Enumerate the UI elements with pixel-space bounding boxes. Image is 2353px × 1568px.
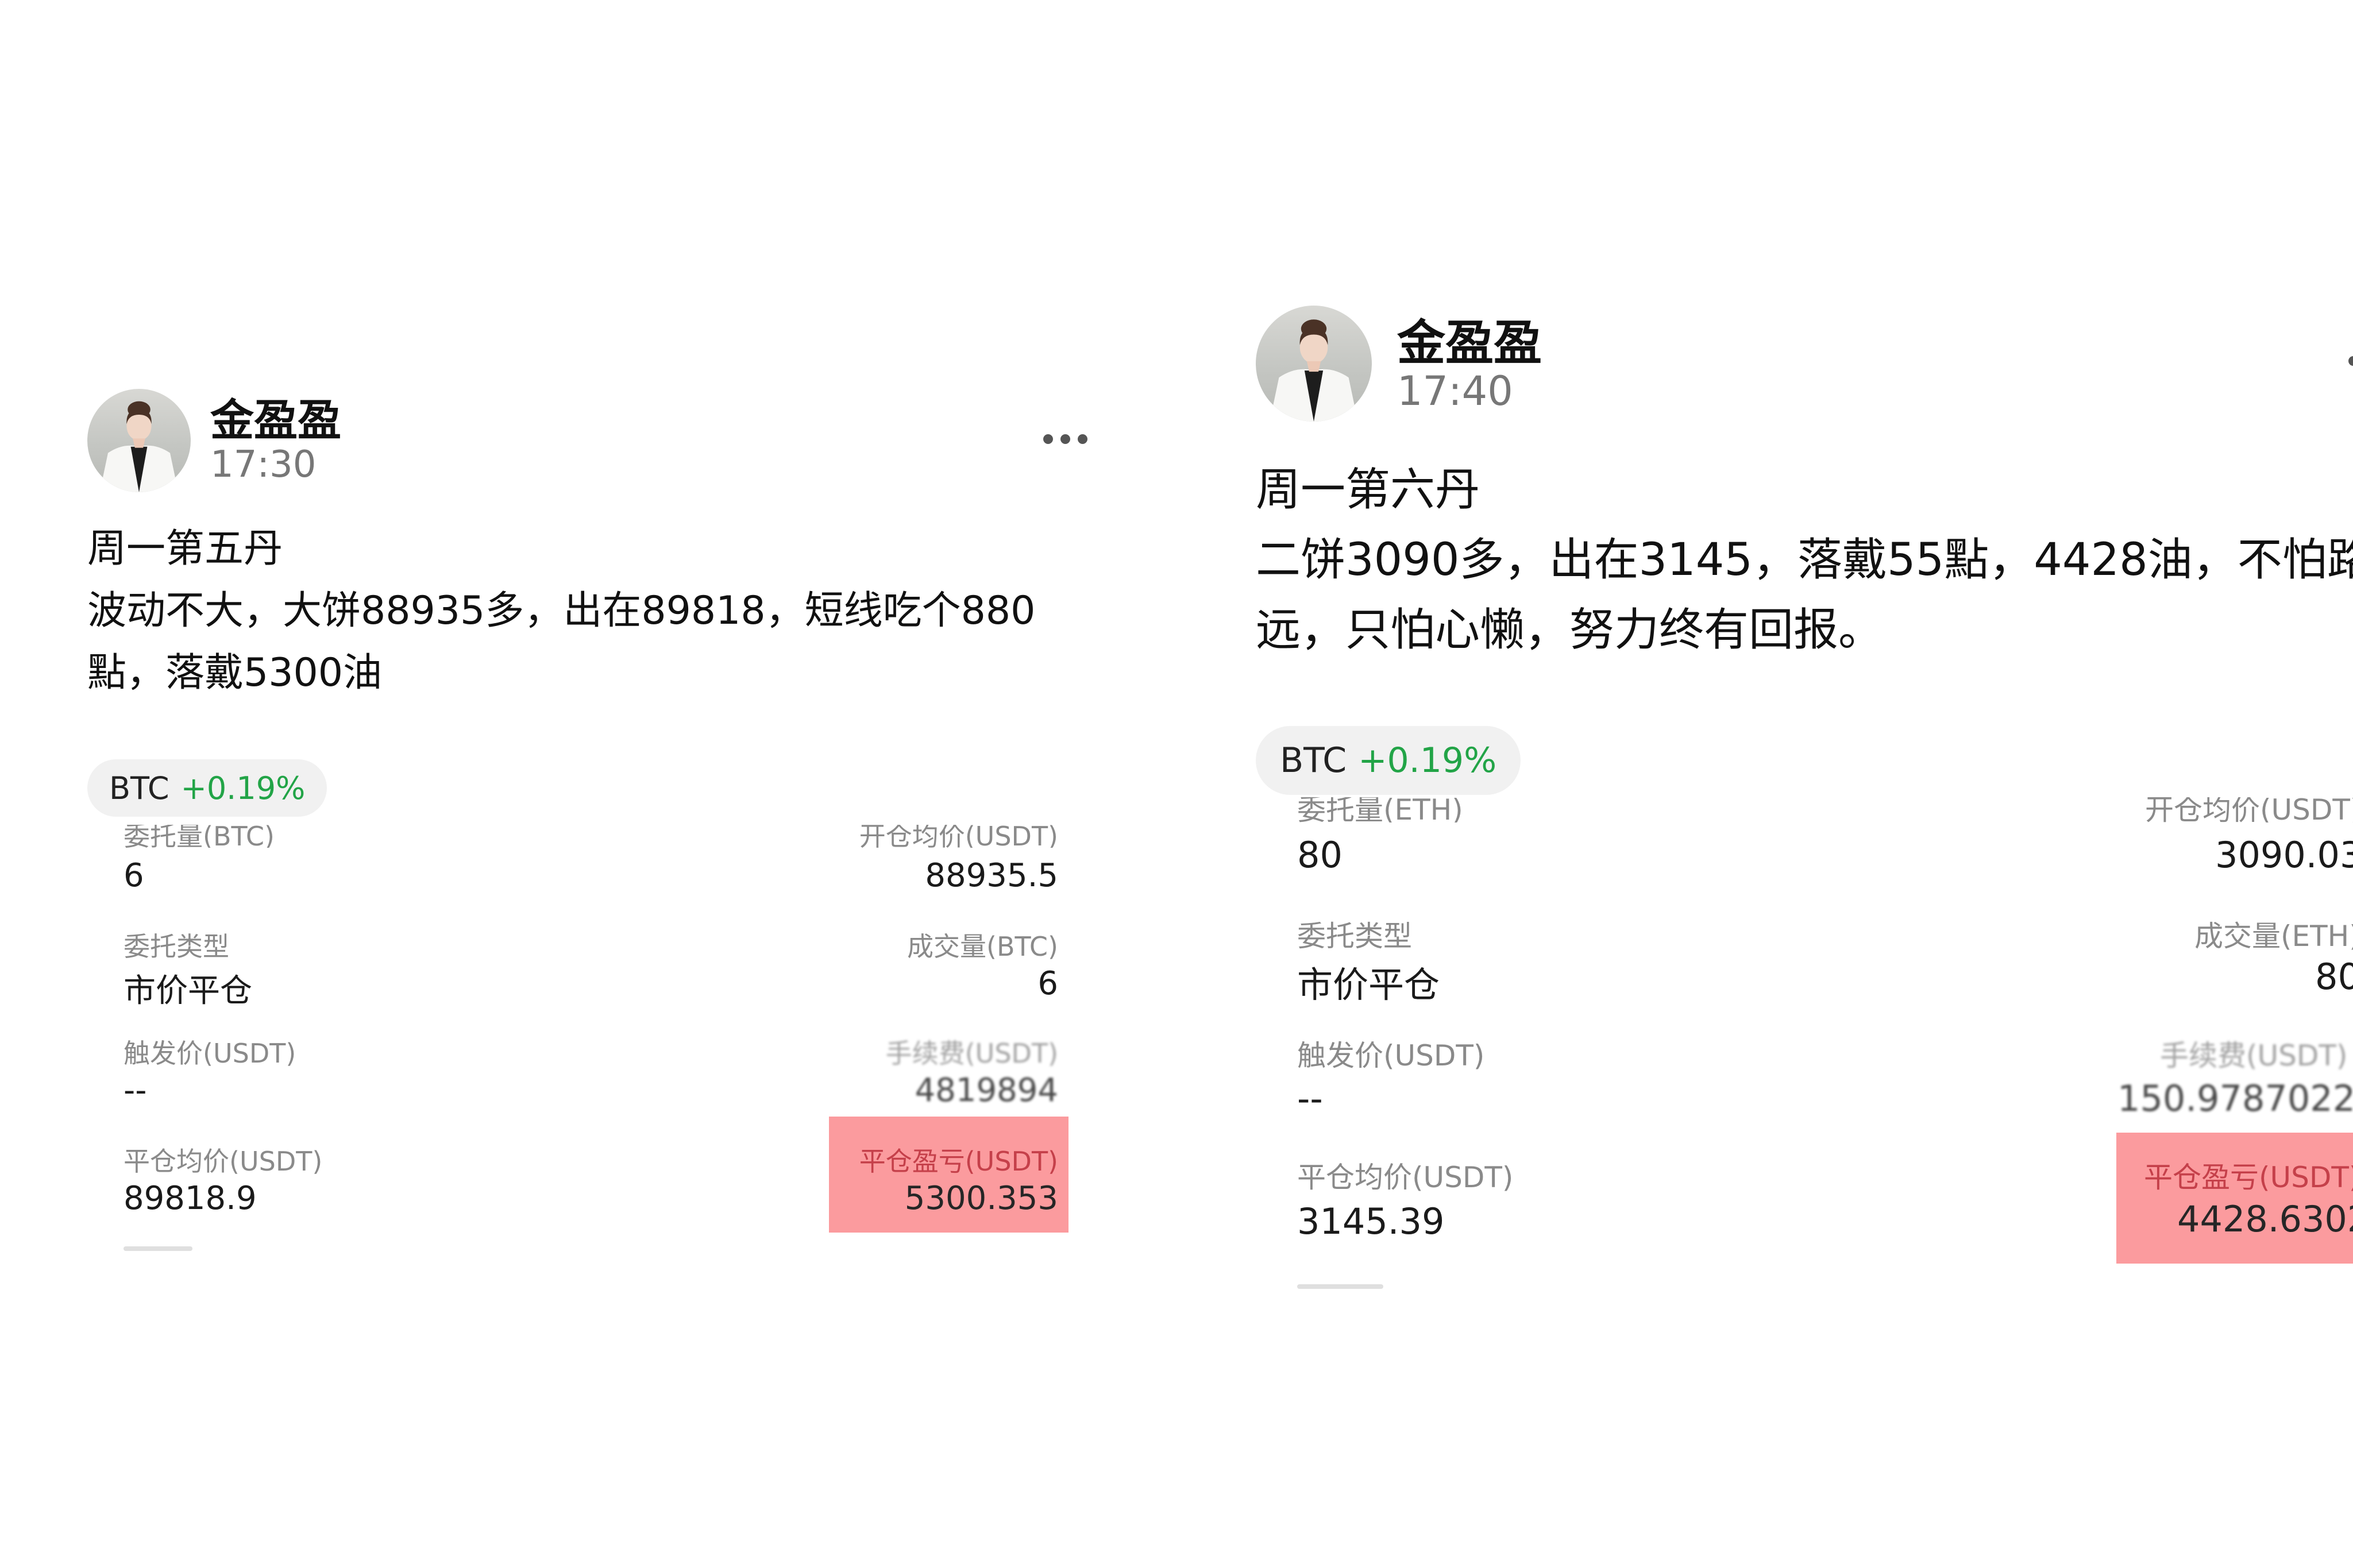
open-avg-label: 开仓均价(USDT)	[859, 825, 1058, 848]
pnl-label: 平仓盈亏(USDT)	[2144, 1161, 2353, 1194]
author-name[interactable]: 金盈盈	[1397, 304, 1542, 374]
divider	[1297, 1284, 1383, 1289]
trigger-value: --	[124, 1072, 147, 1109]
post-card: 金盈盈 17:40 周一第六丹 二饼3090多，出在3145，落戴55點，442…	[1195, 0, 2353, 1568]
ticker-symbol: BTC	[109, 770, 169, 806]
pnl-label: 平仓盈亏(USDT)	[859, 1146, 1058, 1177]
fee-value: 150.97870224	[2117, 1077, 2353, 1119]
filled-label: 成交量(ETH)	[2194, 920, 2353, 953]
author-name[interactable]: 金盈盈	[210, 385, 341, 448]
type-value: 市价平仓	[1297, 964, 1440, 1006]
divider	[124, 1246, 192, 1251]
qty-label: 委托量(ETH)	[1297, 797, 1463, 822]
avatar[interactable]	[1256, 306, 1372, 422]
pnl-value: 5300.353	[904, 1180, 1058, 1217]
pnl-highlight: 平仓盈亏(USDT) 4428.6302	[2116, 1133, 2353, 1264]
fee-value: 4819894	[915, 1072, 1058, 1109]
avatar-portrait-icon	[1270, 319, 1358, 422]
ticker-change: +0.19%	[180, 770, 306, 806]
fee-label: 手续费(USDT)	[2160, 1039, 2348, 1072]
filled-value: 80	[2315, 956, 2353, 998]
post-title: 周一第六丹	[1256, 464, 1480, 516]
pnl-value: 4428.6302	[2177, 1198, 2353, 1240]
ticker-change: +0.19%	[1358, 740, 1497, 781]
close-avg-label: 平仓均价(USDT)	[1297, 1161, 1514, 1194]
close-avg-label: 平仓均价(USDT)	[124, 1146, 323, 1177]
trigger-value: --	[1297, 1077, 1323, 1119]
close-avg-value: 3145.39	[1297, 1200, 1445, 1242]
open-avg-value: 88935.5	[925, 857, 1058, 894]
trigger-label: 触发价(USDT)	[124, 1038, 296, 1069]
post-card: 金盈盈 17:30 周一第五丹 波动不大，大饼88935多，出在89818，短线…	[0, 0, 1195, 1568]
filled-value: 6	[1037, 965, 1058, 1002]
type-value: 市价平仓	[124, 972, 252, 1010]
filled-label: 成交量(BTC)	[907, 931, 1058, 962]
avatar[interactable]	[87, 389, 191, 492]
trigger-label: 触发价(USDT)	[1297, 1039, 1485, 1072]
post-body-line: 點，落戴5300油	[87, 650, 383, 696]
ticker-symbol: BTC	[1280, 740, 1347, 781]
post-body-line: 二饼3090多，出在3145，落戴55點，4428油，不怕路	[1256, 534, 2353, 586]
open-avg-value: 3090.03	[2215, 834, 2353, 876]
ticker-tag[interactable]: BTC +0.19%	[87, 759, 327, 817]
fee-label: 手续费(USDT)	[885, 1038, 1058, 1069]
qty-label: 委托量(BTC)	[124, 825, 275, 848]
qty-value: 6	[124, 857, 144, 894]
open-avg-label: 开仓均价(USDT)	[2145, 797, 2353, 822]
avatar-portrait-icon	[99, 401, 179, 492]
type-label: 委托类型	[124, 931, 229, 962]
pnl-highlight: 平仓盈亏(USDT) 5300.353	[829, 1117, 1069, 1233]
ticker-tag[interactable]: BTC +0.19%	[1256, 726, 1521, 795]
qty-value: 80	[1297, 834, 1343, 876]
post-time: 17:40	[1397, 368, 1513, 415]
more-options-icon[interactable]	[2348, 356, 2353, 366]
post-body-line: 远，只怕心懒，努力终有回报。	[1256, 604, 1884, 656]
more-options-icon[interactable]	[1043, 434, 1087, 444]
post-time: 17:30	[210, 443, 317, 486]
close-avg-value: 89818.9	[124, 1180, 257, 1217]
post-title: 周一第五丹	[87, 526, 283, 571]
post-body-line: 波动不大，大饼88935多，出在89818，短线吃个880	[87, 588, 1036, 634]
type-label: 委托类型	[1297, 920, 1412, 953]
